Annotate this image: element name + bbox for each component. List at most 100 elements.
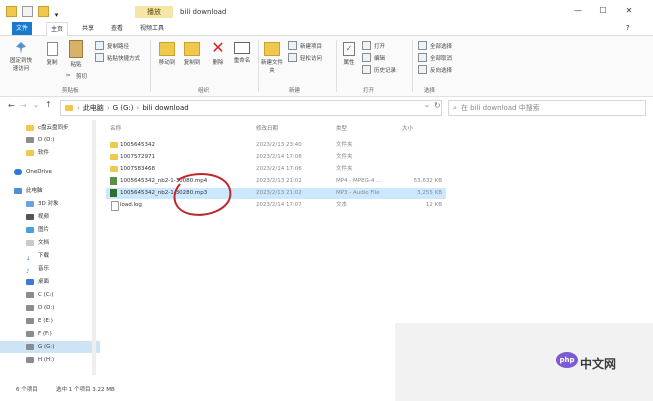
nav-item[interactable]: F (F:)	[0, 328, 100, 340]
open-button[interactable]: 打开	[362, 41, 385, 50]
nav-item[interactable]: D (D:)	[0, 302, 100, 314]
column-header-name[interactable]: 名称	[110, 124, 121, 132]
tab-file[interactable]: 文件	[12, 22, 33, 35]
rename-button[interactable]: 重命名	[231, 42, 253, 64]
nav-item[interactable]: 图片	[0, 224, 100, 236]
folder-icon	[26, 150, 34, 156]
new-folder-button[interactable]: 新建文件夹	[261, 42, 283, 74]
pictures-icon	[26, 227, 34, 233]
edit-icon	[362, 53, 371, 62]
breadcrumb-this-pc[interactable]: 此电脑	[83, 103, 104, 113]
ribbon-tabs: 文件 主页 共享 查看 视频工具 ?	[0, 22, 653, 36]
pin-icon	[16, 42, 26, 54]
pc-icon	[14, 188, 22, 194]
properties-check-icon: ✓	[343, 42, 355, 56]
nav-item[interactable]: E (E:)	[0, 315, 100, 327]
table-row[interactable]: 1005645342_nb2-1-30080.mp4 2023/2/13 21:…	[106, 176, 446, 187]
select-none-button[interactable]: 全部取消	[418, 53, 452, 62]
cut-button[interactable]: ✂ 剪切	[66, 72, 87, 81]
documents-icon	[26, 240, 34, 246]
nav-item-selected[interactable]: G (G:)	[0, 341, 100, 353]
new-item-button[interactable]: 新建项目	[288, 41, 322, 50]
recent-chevron-icon[interactable]: ⌄	[33, 101, 39, 109]
copy-button[interactable]: 复制	[42, 42, 62, 66]
column-header-date[interactable]: 修改日期	[256, 124, 278, 132]
nav-item[interactable]: ♪ 音乐	[0, 263, 100, 275]
music-icon: ♪	[26, 269, 30, 275]
select-all-button[interactable]: 全部选择	[418, 41, 452, 50]
up-arrow-icon[interactable]: ↑	[45, 100, 52, 109]
nav-item[interactable]: 桌面	[0, 276, 100, 288]
minimize-button[interactable]: —	[572, 6, 584, 16]
refresh-icon[interactable]: ↻	[434, 101, 441, 110]
invert-selection-button[interactable]: 反向选择	[418, 65, 452, 74]
video-icon	[26, 214, 34, 220]
rename-icon	[234, 42, 250, 54]
address-bar[interactable]: › 此电脑 › G (G:) › bili download	[60, 100, 442, 116]
nav-item-onedrive[interactable]: OneDrive	[0, 166, 100, 178]
open-icon	[362, 41, 371, 50]
tab-share[interactable]: 共享	[78, 22, 98, 35]
table-row[interactable]: load.log 2023/2/14 17:07 文本 12 KB	[106, 200, 446, 211]
window-title: bili download	[180, 8, 227, 16]
3d-objects-icon	[26, 201, 34, 207]
nav-item[interactable]: 视频	[0, 211, 100, 223]
column-header-type[interactable]: 类型	[336, 124, 347, 132]
forward-arrow-icon[interactable]: →	[20, 101, 27, 110]
table-row[interactable]: 1007583468 2023/2/14 17:06 文件夹	[106, 164, 446, 175]
watermark-site: 中文网	[580, 357, 617, 371]
nav-scrollbar[interactable]	[92, 120, 96, 375]
table-row-selected[interactable]: 1005645342_nb2-1-30280.mp3 2023/2/13 21:…	[106, 188, 446, 199]
move-to-icon	[159, 42, 175, 56]
nav-item[interactable]: C (C:)	[0, 289, 100, 301]
group-label-select: 选择	[424, 88, 436, 94]
tab-view[interactable]: 查看	[107, 22, 127, 35]
nav-item[interactable]: c盘云盘同步	[0, 122, 100, 134]
drive-icon	[26, 331, 34, 337]
paste-button[interactable]: 粘贴	[66, 40, 86, 68]
nav-item[interactable]: 软件	[0, 147, 100, 159]
properties-icon[interactable]	[22, 6, 34, 17]
tab-video-tools[interactable]: 视频工具	[136, 22, 168, 35]
copy-path-button[interactable]: 复制路径	[95, 41, 129, 50]
nav-item-this-pc[interactable]: 此电脑	[0, 185, 100, 197]
breadcrumb-drive-g[interactable]: G (G:)	[113, 104, 134, 112]
ribbon-help-icon[interactable]: ?	[626, 24, 630, 32]
nav-item[interactable]: ↓ 下载	[0, 250, 100, 262]
tab-home[interactable]: 主页	[46, 22, 69, 36]
breadcrumb-bili-download[interactable]: bili download	[142, 104, 188, 112]
nav-item[interactable]: 文档	[0, 237, 100, 249]
move-to-button[interactable]: 移动到	[155, 42, 179, 66]
video-file-icon	[110, 177, 117, 185]
table-row[interactable]: 1005645342 2023/2/13 23:40 文件夹	[106, 140, 446, 151]
chevron-down-icon[interactable]: ▾	[55, 11, 61, 20]
nav-item[interactable]: H (H:)	[0, 354, 100, 366]
nav-item[interactable]: D (D:)	[0, 134, 100, 146]
paste-shortcut-button[interactable]: 粘贴快捷方式	[95, 53, 140, 62]
delete-button[interactable]: ✕ 删除	[208, 40, 228, 67]
properties-button[interactable]: ✓ 属性	[340, 42, 358, 66]
nav-item[interactable]: 3D 对象	[0, 198, 100, 210]
folder-icon[interactable]	[6, 6, 17, 17]
navigation-pane: c盘云盘同步 D (D:) 软件 OneDrive 此电脑 3D 对象 视频 图…	[0, 118, 100, 380]
easy-access-button[interactable]: 轻松访问	[288, 53, 322, 62]
history-button[interactable]: 历史记录	[362, 65, 396, 74]
close-button[interactable]: ✕	[623, 6, 635, 16]
search-input[interactable]: 在 bili download 中搜索	[461, 103, 540, 113]
copy-to-button[interactable]: 复制到	[180, 42, 204, 66]
item-count: 6 个项目	[16, 387, 38, 393]
column-header-size[interactable]: 大小	[402, 124, 413, 132]
maximize-button[interactable]: ☐	[597, 6, 609, 16]
new-folder-icon[interactable]	[38, 6, 50, 17]
quick-access-toolbar: ▾	[6, 6, 64, 20]
ribbon-divider	[258, 40, 259, 92]
address-dropdown-icon[interactable]: ⌄	[424, 101, 430, 109]
context-tab-play[interactable]: 播放	[135, 6, 173, 18]
back-arrow-icon[interactable]: ←	[8, 101, 15, 110]
edit-button[interactable]: 编辑	[362, 53, 385, 62]
copy-icon	[46, 42, 58, 56]
table-row[interactable]: 1007572971 2023/2/14 17:08 文件夹	[106, 152, 446, 163]
search-box[interactable]: ⌕ 在 bili download 中搜索	[448, 100, 646, 116]
pin-quick-access-button[interactable]: 固定到快速访问	[10, 42, 32, 72]
drive-icon	[26, 305, 34, 311]
